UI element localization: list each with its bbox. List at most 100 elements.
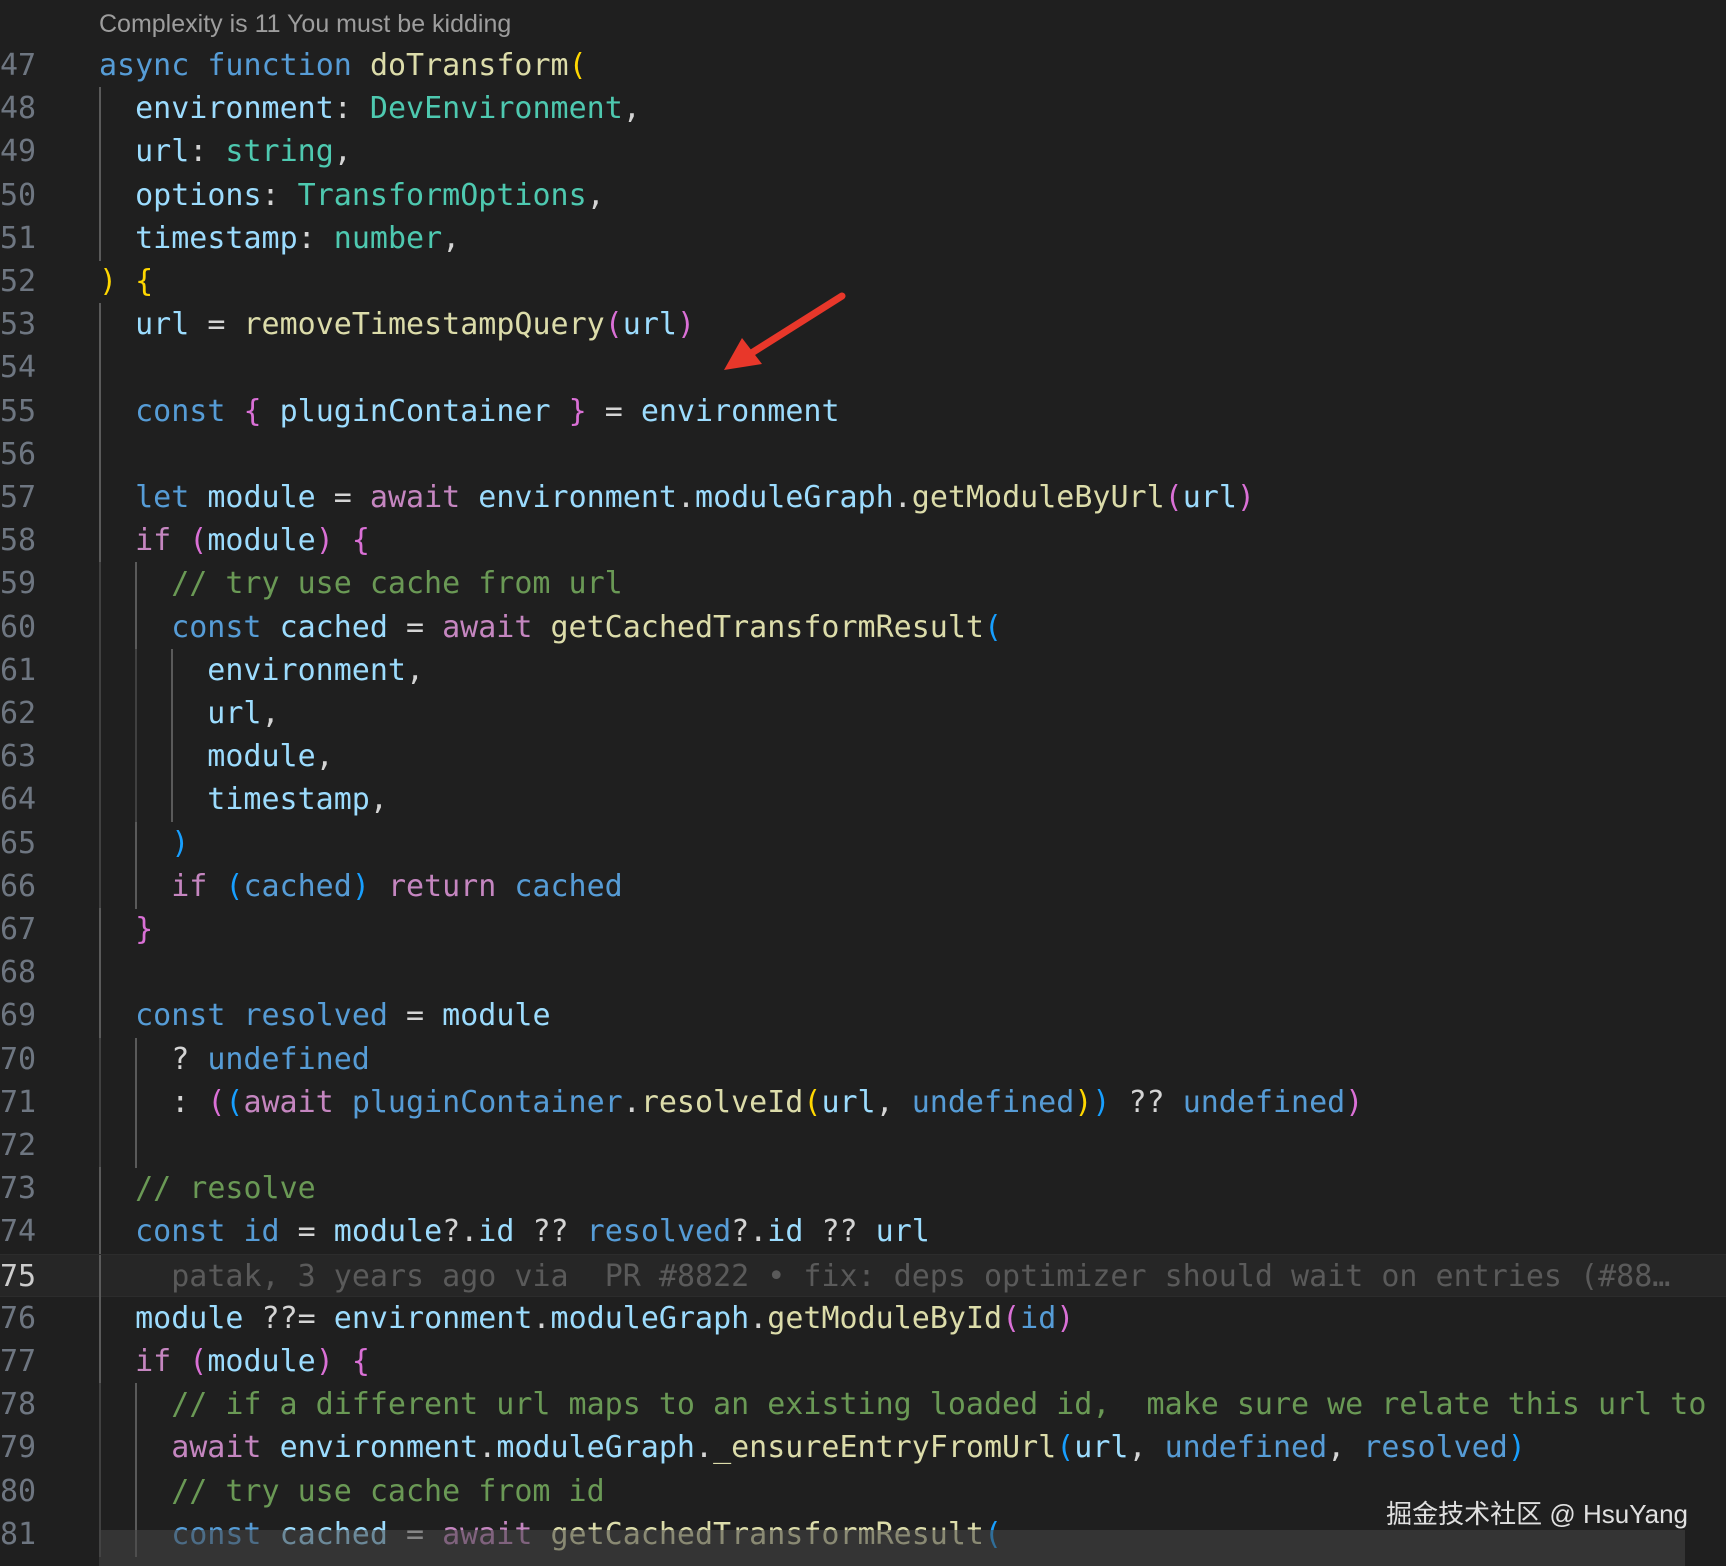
line-number: 57 xyxy=(0,480,37,515)
indent-guide xyxy=(99,562,101,607)
code-line[interactable]: 79 await environment.moduleGraph._ensureE… xyxy=(0,1426,1726,1471)
code-token: ( xyxy=(225,868,244,904)
code-token: ?? xyxy=(514,1214,587,1250)
code-token: , xyxy=(405,652,425,688)
code-text: if (module) { xyxy=(135,1340,370,1383)
code-token: = xyxy=(387,998,443,1034)
code-token: await xyxy=(243,1084,334,1120)
code-line[interactable]: 49 url: string, xyxy=(0,130,1726,175)
code-line[interactable]: 54 xyxy=(0,346,1726,391)
line-number: 79 xyxy=(0,1430,37,1466)
code-line[interactable]: 71: ((await pluginContainer.resolveId(ur… xyxy=(0,1080,1726,1125)
indent-guide xyxy=(171,735,174,780)
code-line[interactable]: 53 url = removeTimestampQuery(url) xyxy=(0,303,1726,348)
code-text: // if a different url maps to an existin… xyxy=(171,1383,1726,1426)
code-editor[interactable]: Complexity is 11 You must be kidding 47 a… xyxy=(0,0,1726,1566)
code-token: ( xyxy=(1056,1430,1075,1466)
code-token: : xyxy=(333,91,370,127)
code-text: url = removeTimestampQuery(url) xyxy=(135,303,695,346)
code-line[interactable]: 51 timestamp: number, xyxy=(0,216,1726,261)
code-token: const xyxy=(135,393,226,429)
code-line[interactable]: 77 if (module) { xyxy=(0,1340,1726,1384)
code-text: url, xyxy=(207,692,279,735)
code-token: ?. xyxy=(731,1214,768,1250)
code-token: ( xyxy=(207,1084,226,1120)
code-line[interactable]: 65) xyxy=(0,821,1726,866)
code-line[interactable]: 61 environment, xyxy=(0,648,1726,693)
code-token: url xyxy=(135,307,190,343)
code-token: ( xyxy=(983,609,1003,645)
code-line[interactable]: 48 environment: DevEnvironment, xyxy=(0,87,1726,132)
code-text: ? undefined xyxy=(171,1038,370,1081)
code-token: cached xyxy=(514,868,623,904)
indent-guide xyxy=(135,1426,138,1471)
code-token: environment xyxy=(333,1300,533,1336)
code-token: module xyxy=(207,480,316,515)
code-text: // try use cache from url xyxy=(171,562,623,605)
code-token: ( xyxy=(1002,1300,1021,1336)
code-line[interactable]: 69 const resolved = module xyxy=(0,994,1726,1039)
complexity-codelens[interactable]: Complexity is 11 You must be kidding xyxy=(99,10,511,39)
code-text: // resolve xyxy=(135,1167,316,1210)
code-text: module ??= environment.moduleGraph.getMo… xyxy=(135,1297,1074,1340)
code-line[interactable]: 56 xyxy=(0,432,1726,477)
code-token: ) xyxy=(1056,1300,1075,1336)
current-line[interactable]: 75 patak, 3 years ago via PR #8822 • fix… xyxy=(0,1253,1726,1299)
code-token: ) xyxy=(1092,1084,1111,1120)
code-token: : xyxy=(261,177,298,213)
code-text: async function doTransform( xyxy=(99,44,587,87)
code-line[interactable]: 52) { xyxy=(0,260,1726,303)
code-text: options: TransformOptions, xyxy=(135,174,605,217)
code-line[interactable]: 58 if (module) { xyxy=(0,519,1726,564)
code-line[interactable]: 68 xyxy=(0,951,1726,996)
code-token: } xyxy=(135,912,154,947)
git-blame-annotation: patak, 3 years ago via PR #8822 • fix: d… xyxy=(135,1258,1671,1294)
code-line[interactable]: 62 url, xyxy=(0,692,1726,736)
indent-guide xyxy=(135,778,138,823)
code-line[interactable]: 59 // try use cache from url xyxy=(0,562,1726,607)
code-line[interactable]: 47 async function doTransform( xyxy=(0,44,1726,87)
indent-guide xyxy=(99,519,101,564)
code-comment: // if a different url maps to an existin… xyxy=(171,1387,1726,1423)
code-line[interactable]: 60 const cached = await getCachedTransfor… xyxy=(0,605,1726,650)
code-line[interactable]: 66 if (cached) return cached xyxy=(0,864,1726,909)
indent-guide xyxy=(99,432,101,477)
code-line[interactable]: 73 // resolve xyxy=(0,1167,1726,1212)
code-line[interactable]: 74 const id = module?.id ?? resolved?.id … xyxy=(0,1210,1726,1255)
code-line[interactable]: 55 const { pluginContainer } = environmen… xyxy=(0,389,1726,434)
code-line[interactable]: 67} xyxy=(0,908,1726,952)
line-number: 71 xyxy=(0,1084,37,1120)
code-line[interactable]: 78 // if a different url maps to an exist… xyxy=(0,1383,1726,1428)
line-number: 68 xyxy=(0,955,37,991)
indent-guide xyxy=(99,346,101,391)
code-line[interactable]: 70? undefined xyxy=(0,1037,1726,1082)
code-line[interactable]: 50 options: TransformOptions, xyxy=(0,173,1726,218)
code-line[interactable]: 63 module, xyxy=(0,735,1726,780)
indent-guide xyxy=(99,1469,101,1514)
code-token: DevEnvironment xyxy=(369,91,623,127)
code-line[interactable]: 76 module ??= environment.moduleGraph.get… xyxy=(0,1296,1726,1341)
indent-guide xyxy=(99,1426,101,1471)
code-token: environment xyxy=(640,393,840,429)
code-text: environment: DevEnvironment, xyxy=(135,87,641,130)
code-token: url xyxy=(1182,480,1237,515)
code-comment: // resolve xyxy=(135,1171,316,1207)
code-token: undefined xyxy=(911,1084,1075,1120)
code-line[interactable]: 57 let module = await environment.moduleG… xyxy=(0,476,1726,520)
code-token: if xyxy=(135,1344,172,1379)
code-token: , xyxy=(369,782,388,818)
line-number: 69 xyxy=(0,998,37,1034)
code-token: , xyxy=(1128,1430,1165,1466)
code-token: environment xyxy=(135,91,334,127)
code-token: ) xyxy=(676,307,696,343)
code-line[interactable]: 64 timestamp, xyxy=(0,778,1726,823)
code-token: ( xyxy=(803,1084,822,1120)
code-token: { xyxy=(351,523,370,559)
code-token: string xyxy=(225,134,334,170)
code-line[interactable]: 72 xyxy=(0,1124,1726,1168)
